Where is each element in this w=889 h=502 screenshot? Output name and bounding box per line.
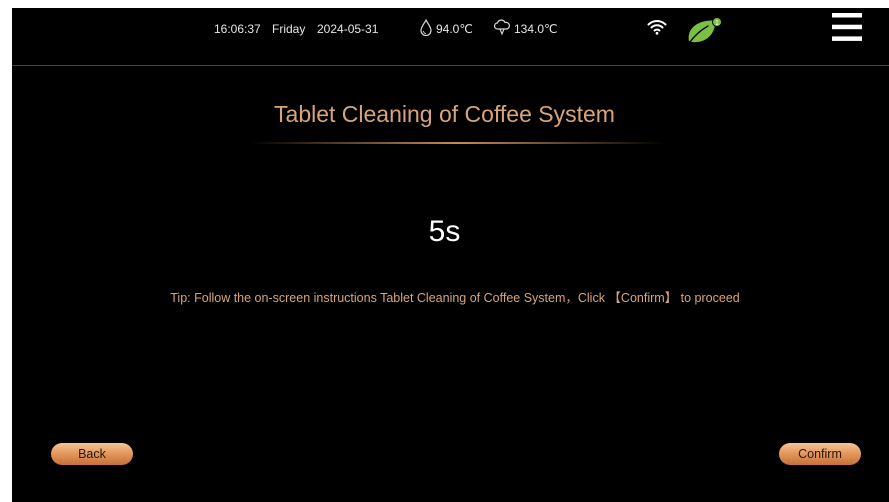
water-temperature: 94.0℃ (436, 22, 473, 36)
water-drop-icon (420, 19, 432, 37)
title-underline (250, 142, 665, 144)
status-bar (12, 8, 889, 66)
leaf-badge-count: 1 (715, 20, 719, 27)
countdown-timer: 5s (428, 215, 461, 248)
back-button[interactable]: Back (51, 443, 133, 465)
menu-icon[interactable] (832, 13, 862, 41)
steam-temperature: 134.0℃ (514, 22, 558, 36)
status-date: 2024-05-31 (317, 22, 379, 36)
wifi-icon (647, 20, 667, 35)
screen (12, 8, 889, 502)
leaf-icon[interactable]: 1 (686, 13, 728, 47)
status-day: Friday (272, 22, 306, 36)
status-time: 16:06:37 (214, 22, 261, 36)
steam-cloud-icon (493, 19, 510, 36)
page-title: Tablet Cleaning of Coffee System (274, 101, 615, 127)
confirm-button[interactable]: Confirm (779, 443, 861, 465)
tip-text: Tip: Follow the on-screen instructions T… (170, 291, 740, 305)
